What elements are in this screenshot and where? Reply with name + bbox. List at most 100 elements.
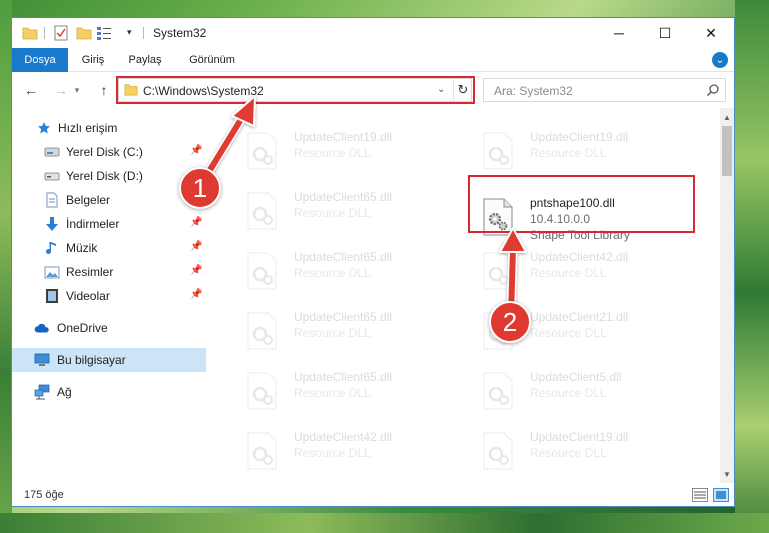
sidebar-item-label: Yerel Disk (D:) bbox=[66, 169, 143, 183]
quick-access-dropdown-icon[interactable]: ▾ bbox=[127, 27, 132, 38]
file-name: UpdateClient19.dll bbox=[294, 130, 393, 144]
file-list: UpdateClient19.dll Resource DLL UpdateCl… bbox=[222, 108, 720, 483]
sidebar-item-label: Müzik bbox=[66, 241, 98, 255]
recent-locations-icon[interactable]: ▾ bbox=[72, 81, 82, 99]
tab-share[interactable]: Paylaş bbox=[122, 48, 168, 72]
forward-arrow-icon[interactable]: → bbox=[52, 81, 70, 99]
file-highlight-box bbox=[468, 175, 695, 233]
sidebar-item-label: Hızlı erişim bbox=[58, 121, 118, 135]
file-name: UpdateClient42.dll bbox=[530, 250, 629, 264]
file-item[interactable]: UpdateClient42.dll Resource DLL bbox=[472, 246, 682, 302]
desktop-background-right bbox=[735, 0, 769, 533]
scroll-down-icon[interactable]: ▼ bbox=[720, 467, 734, 481]
file-type: Resource DLL bbox=[294, 146, 371, 160]
file-item[interactable]: UpdateClient65.dll Resource DLL bbox=[236, 186, 446, 242]
file-name: UpdateClient5.dll bbox=[530, 370, 622, 384]
tab-view[interactable]: Görünüm bbox=[180, 48, 244, 72]
minimize-button[interactable]: ─ bbox=[596, 18, 642, 48]
dll-gear-icon bbox=[483, 252, 513, 290]
sidebar-item-label: Belgeler bbox=[66, 193, 111, 207]
file-item[interactable]: UpdateClient19.dll Resource DLL bbox=[472, 426, 682, 482]
file-item[interactable]: UpdateClient65.dll Resource DLL bbox=[236, 246, 446, 302]
ribbon-tabs: Dosya Giriş Paylaş Görünüm ⌄ bbox=[12, 48, 734, 72]
video-icon bbox=[44, 288, 60, 304]
sidebar-item-label: Ağ bbox=[57, 385, 72, 399]
properties-check-icon[interactable] bbox=[54, 25, 68, 41]
file-type: Resource DLL bbox=[294, 446, 371, 460]
status-bar: 175 öğe bbox=[12, 484, 734, 506]
folder-icon[interactable] bbox=[22, 25, 38, 41]
file-item[interactable]: UpdateClient19.dll Resource DLL bbox=[236, 126, 446, 182]
sidebar-item-label: OneDrive bbox=[57, 321, 108, 335]
new-folder-icon[interactable] bbox=[76, 25, 92, 41]
file-item[interactable]: UpdateClient42.dll Resource DLL bbox=[236, 426, 446, 482]
drive-icon bbox=[44, 144, 60, 160]
file-explorer-window: ▾ System32 ─ ☐ ✕ Dosya Giriş Paylaş Görü… bbox=[11, 17, 735, 507]
file-type: Resource DLL bbox=[530, 326, 607, 340]
sidebar-item-local-disk-c[interactable]: Yerel Disk (C:) 📌 bbox=[12, 140, 206, 164]
back-arrow-icon[interactable]: ← bbox=[22, 81, 40, 99]
customize-toolbar-icon[interactable] bbox=[96, 25, 112, 41]
dll-gear-icon bbox=[247, 432, 277, 470]
chevron-down-icon[interactable]: ⌄ bbox=[712, 52, 728, 68]
sidebar-item-this-pc[interactable]: Bu bilgisayar bbox=[12, 348, 206, 372]
step-badge-1: 1 bbox=[179, 167, 221, 209]
maximize-button[interactable]: ☐ bbox=[642, 18, 688, 48]
star-icon bbox=[36, 120, 52, 136]
file-name: UpdateClient65.dll bbox=[294, 310, 393, 324]
sidebar-item-label: Resimler bbox=[66, 265, 114, 279]
documents-icon bbox=[44, 192, 60, 208]
toolbar-separator bbox=[44, 27, 45, 39]
file-item[interactable]: UpdateClient5.dll Resource DLL bbox=[472, 366, 682, 422]
sidebar-item-documents[interactable]: Belgeler 📌 bbox=[12, 188, 206, 212]
item-count: 175 öğe bbox=[24, 489, 64, 501]
sidebar-item-local-disk-d[interactable]: Yerel Disk (D:) bbox=[12, 164, 206, 188]
sidebar-item-onedrive[interactable]: OneDrive bbox=[12, 316, 206, 340]
title-bar: ▾ System32 ─ ☐ ✕ bbox=[12, 18, 734, 48]
file-item[interactable]: UpdateClient65.dll Resource DLL bbox=[236, 366, 446, 422]
details-view-icon[interactable] bbox=[692, 488, 708, 502]
dll-gear-icon bbox=[247, 372, 277, 410]
file-type: Resource DLL bbox=[530, 266, 607, 280]
dll-gear-icon bbox=[483, 132, 513, 170]
sidebar-item-pictures[interactable]: Resimler 📌 bbox=[12, 260, 206, 284]
scrollbar-thumb[interactable] bbox=[722, 126, 732, 176]
pin-icon: 📌 bbox=[190, 241, 203, 252]
close-button[interactable]: ✕ bbox=[688, 18, 734, 48]
file-name: UpdateClient65.dll bbox=[294, 190, 393, 204]
file-name: UpdateClient19.dll bbox=[530, 130, 629, 144]
sidebar-item-label: Bu bilgisayar bbox=[57, 353, 126, 367]
desktop-background-bottom bbox=[0, 513, 769, 533]
step-badge-2: 2 bbox=[489, 301, 531, 343]
sidebar-item-network[interactable]: Ağ bbox=[12, 380, 206, 404]
dll-gear-icon bbox=[247, 192, 277, 230]
up-arrow-icon[interactable]: ↑ bbox=[95, 81, 113, 99]
file-name: UpdateClient65.dll bbox=[294, 370, 393, 384]
sidebar-item-downloads[interactable]: İndirmeler 📌 bbox=[12, 212, 206, 236]
sidebar-item-quick-access[interactable]: Hızlı erişim bbox=[12, 116, 206, 140]
search-input[interactable]: Ara: System32 bbox=[483, 78, 726, 102]
navigation-pane-scrollbar bbox=[208, 108, 212, 483]
file-name: UpdateClient19.dll bbox=[530, 430, 629, 444]
sidebar-item-label: Videolar bbox=[66, 289, 110, 303]
sidebar-item-music[interactable]: Müzik 📌 bbox=[12, 236, 206, 260]
tab-home[interactable]: Giriş bbox=[74, 48, 112, 72]
dll-gear-icon bbox=[483, 432, 513, 470]
dll-gear-icon bbox=[483, 372, 513, 410]
scroll-up-icon[interactable]: ▲ bbox=[720, 110, 734, 124]
pin-icon: 📌 bbox=[190, 265, 203, 276]
download-icon bbox=[44, 216, 60, 232]
window-title: System32 bbox=[153, 26, 207, 40]
tab-file[interactable]: Dosya bbox=[12, 48, 68, 72]
search-icon[interactable] bbox=[706, 83, 720, 97]
file-item[interactable]: UpdateClient19.dll Resource DLL bbox=[472, 126, 682, 182]
dll-gear-icon bbox=[247, 252, 277, 290]
file-item[interactable]: UpdateClient65.dll Resource DLL bbox=[236, 306, 446, 362]
sidebar-item-videos[interactable]: Videolar 📌 bbox=[12, 284, 206, 308]
drive-icon bbox=[44, 168, 60, 184]
file-type: Resource DLL bbox=[294, 326, 371, 340]
file-type: Resource DLL bbox=[530, 446, 607, 460]
tiles-view-icon[interactable] bbox=[713, 488, 729, 502]
pictures-icon bbox=[44, 264, 60, 280]
vertical-scrollbar[interactable]: ▲ ▼ bbox=[720, 108, 734, 483]
